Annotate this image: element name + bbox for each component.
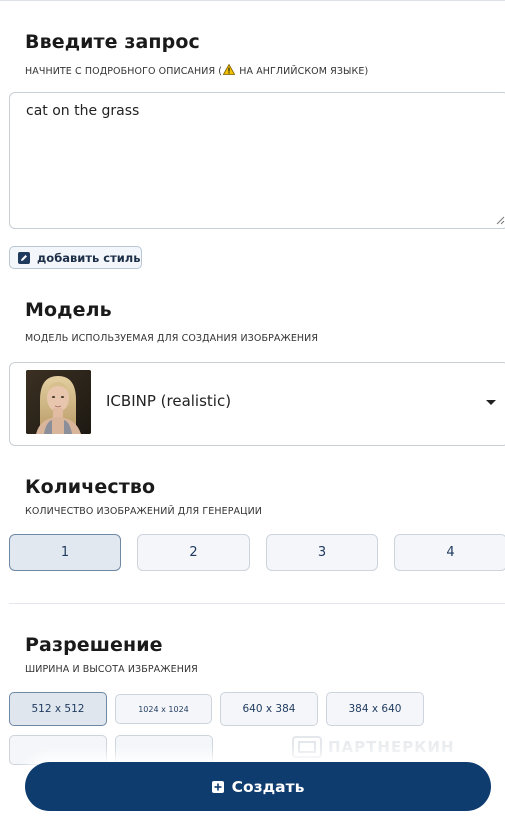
quantity-title: Количество — [25, 476, 156, 498]
quantity-option-2[interactable]: 2 — [137, 534, 250, 571]
resolution-option-1024x1024[interactable]: 1024 x 1024 — [115, 694, 212, 724]
resolution-option-640x384[interactable]: 640 x 384 — [220, 692, 318, 726]
edit-icon — [18, 251, 30, 264]
model-preview-image — [26, 370, 91, 434]
model-subtitle: МОДЕЛЬ ИСПОЛЬЗУЕМАЯ ДЛЯ СОЗДАНИЯ ИЗОБРАЖ… — [25, 333, 319, 344]
resolution-option-512x512[interactable]: 512 x 512 — [9, 692, 107, 726]
resolution-option-384x640[interactable]: 384 x 640 — [326, 692, 424, 726]
prompt-input[interactable]: cat on the grass — [9, 92, 505, 229]
create-label: Создать — [231, 777, 305, 796]
top-divider — [0, 0, 505, 1]
prompt-text: cat on the grass — [26, 103, 140, 119]
quantity-option-3[interactable]: 3 — [266, 534, 378, 571]
create-button[interactable]: Создать — [25, 762, 491, 811]
warning-icon — [223, 64, 236, 75]
resolution-subtitle: ШИРИНА И ВЫСОТА ИЗБРАЖЕНИЯ — [25, 664, 198, 675]
prompt-title: Введите запрос — [25, 31, 200, 53]
section-divider — [9, 603, 505, 604]
model-name: ICBINP (realistic) — [106, 392, 232, 410]
watermark-text: ПАРТНЕРКИН — [328, 738, 455, 756]
model-title: Модель — [25, 299, 112, 321]
add-style-button[interactable]: добавить стиль — [9, 246, 142, 269]
prompt-subtitle: НАЧНИТЕ С ПОДРОБНОГО ОПИСАНИЯ ( НА АНГЛИ… — [25, 64, 368, 77]
prompt-subtitle-start: НАЧНИТЕ С ПОДРОБНОГО ОПИСАНИЯ ( — [25, 66, 223, 77]
plus-icon — [211, 780, 224, 793]
resolution-option-more-1[interactable] — [9, 735, 107, 765]
quantity-option-1[interactable]: 1 — [9, 534, 121, 571]
chevron-down-icon — [486, 400, 496, 405]
resolution-title: Разрешение — [25, 634, 163, 656]
quantity-subtitle: КОЛИЧЕСТВО ИЗОБРАЖЕНИЙ ДЛЯ ГЕНЕРАЦИИ — [25, 506, 263, 517]
watermark-logo-icon — [292, 736, 322, 758]
add-style-label: добавить стиль — [37, 250, 141, 265]
model-select[interactable]: ICBINP (realistic) — [9, 362, 505, 446]
resolution-option-more-2[interactable] — [115, 735, 213, 765]
watermark: ПАРТНЕРКИН — [292, 736, 455, 758]
prompt-subtitle-end: НА АНГЛИЙСКОМ ЯЗЫКЕ) — [236, 66, 369, 77]
resize-handle-icon[interactable] — [496, 216, 505, 225]
quantity-option-4[interactable]: 4 — [394, 534, 505, 571]
